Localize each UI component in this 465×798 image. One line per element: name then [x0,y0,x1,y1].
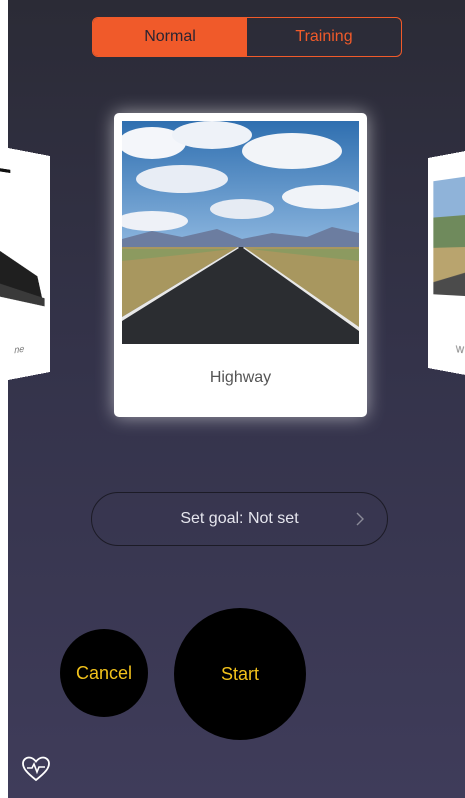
app-screen: Normal Training ne W Highway Set goal: N… [0,0,465,798]
treadmill-image [0,146,51,382]
tab-normal[interactable]: Normal [93,18,247,56]
highway-image [122,121,359,344]
carousel-card-highway[interactable]: Highway [114,113,367,417]
carousel-card-right[interactable]: W [428,147,465,379]
card-title: Highway [209,369,272,386]
heart-pulse-icon[interactable] [22,756,50,782]
left-card-caption: ne [14,343,25,356]
mode-segmented-control: Normal Training [92,17,402,57]
start-label: Start [220,663,259,684]
set-goal-button[interactable]: Set goal: Not set [91,492,388,546]
carousel-card-left[interactable]: ne [0,146,51,382]
right-card-caption: W [455,343,465,356]
cancel-button[interactable]: Cancel [60,629,148,717]
chevron-right-icon [356,512,364,526]
start-button[interactable]: Start [174,608,306,740]
goal-label: Set goal: Not set [180,510,299,527]
screen-edge [0,0,8,798]
tab-training[interactable]: Training [247,18,401,56]
cancel-label: Cancel [75,662,133,683]
